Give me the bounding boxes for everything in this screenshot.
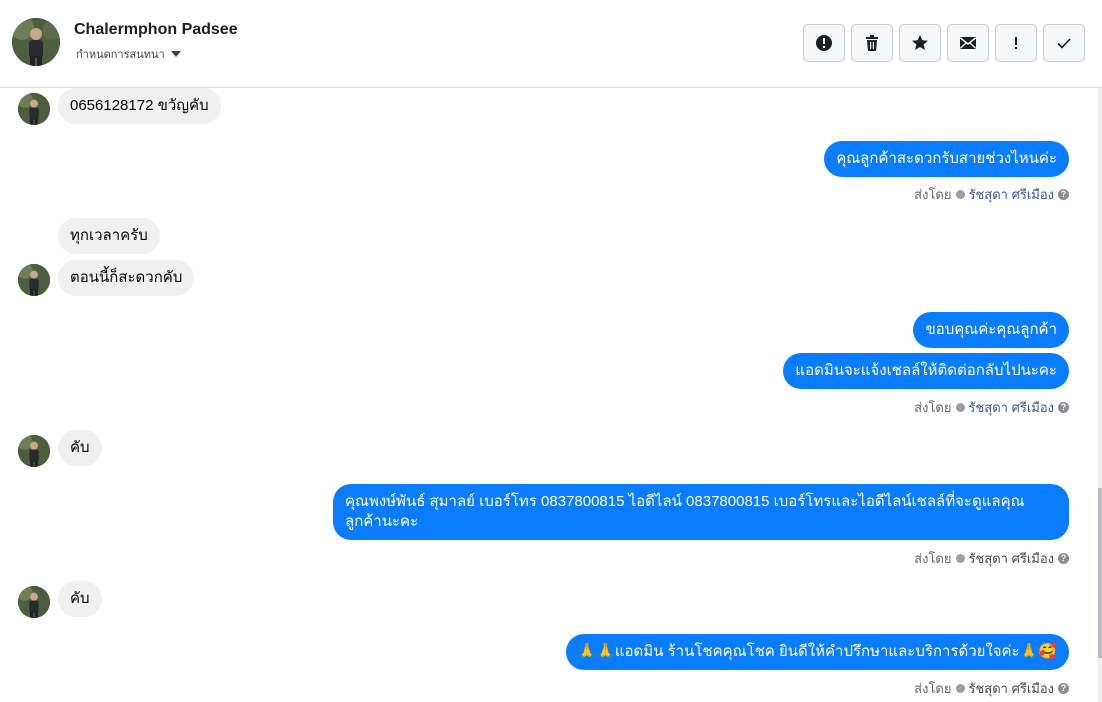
outgoing-message[interactable]: ขอบคุณค่ะคุณลูกค้า [913,312,1069,348]
sent-by-name[interactable]: รัชสุดา ศรีเมือง [969,548,1055,569]
spam-button[interactable] [995,24,1037,62]
avatar-image [18,93,50,125]
mail-icon [960,37,976,49]
avatar[interactable] [18,93,50,125]
contact-name[interactable]: Chalermphon Padsee [74,21,238,39]
status-dot-icon [955,684,965,693]
avatar[interactable] [18,264,50,296]
mark-unread-button[interactable] [947,24,989,62]
sent-by-info: ส่งโดย รัชสุดา ศรีเมือง ? [914,678,1069,699]
avatar-image [18,586,50,618]
outgoing-message[interactable]: คุณลูกค้าสะดวกรับสายช่วงไหนค่ะ [824,141,1069,177]
incoming-message[interactable]: 0656128172 ขวัญคับ [58,88,221,124]
incoming-message[interactable]: คับ [58,581,102,617]
conversation-header: Chalermphon Padsee กำหนดการสนทนา [0,0,1102,88]
avatar[interactable] [12,18,60,66]
sent-by-label: ส่งโดย [914,681,952,696]
alert-button[interactable] [803,24,845,62]
mark-done-button[interactable] [1043,24,1085,62]
avatar-image [12,18,60,66]
status-dot-icon [955,190,965,199]
caret-down-icon [170,51,181,57]
avatar[interactable] [18,435,50,467]
incoming-message[interactable]: คับ [58,430,102,466]
outgoing-message[interactable]: 🙏🙏แอดมิน ร้านโชคคุณโชค ยินดีให้คำปรึกษาแ… [565,634,1069,670]
check-icon [1057,38,1071,49]
scrollbar-thumb[interactable] [1098,488,1102,658]
status-dot-icon [955,403,965,412]
sent-by-label: ส่งโดย [914,400,952,415]
incoming-message[interactable]: ตอนนี้ก็สะดวกคับ [58,260,195,296]
outgoing-message[interactable]: คุณพงษ์พันธ์ สุมาลย์ เบอร์โทร 0837800815… [333,484,1069,540]
help-icon[interactable]: ? [1058,683,1069,694]
avatar-image [18,435,50,467]
avatar[interactable] [18,586,50,618]
sent-by-label: ส่งโดย [914,187,952,202]
help-icon[interactable]: ? [1058,189,1069,200]
star-button[interactable] [899,24,941,62]
avatar-image [18,264,50,296]
help-icon[interactable]: ? [1058,553,1069,564]
conversation-schedule-dropdown[interactable]: กำหนดการสนทนา [76,45,181,63]
delete-button[interactable] [851,24,893,62]
alert-circle-icon [816,35,832,51]
sent-by-name[interactable]: รัชสุดา ศรีเมือง [969,678,1055,699]
status-dot-icon [955,554,965,563]
exclamation-icon [1015,37,1017,49]
sent-by-name[interactable]: รัชสุดา ศรีเมือง [969,184,1055,205]
trash-icon [866,35,878,51]
conversation-schedule-label: กำหนดการสนทนา [76,49,165,61]
help-icon[interactable]: ? [1058,402,1069,413]
outgoing-message[interactable]: แอดมินจะแจ้งเชลล์ให้ติดต่อกลับไปนะคะ [783,353,1069,389]
sent-by-info: ส่งโดย รัชสุดา ศรีเมือง ? [914,397,1069,418]
incoming-message[interactable]: ทุกเวลาครับ [58,218,160,254]
star-icon [912,35,928,50]
sent-by-name[interactable]: รัชสุดา ศรีเมือง [969,397,1055,418]
sent-by-label: ส่งโดย [914,551,952,566]
sent-by-info: ส่งโดย รัชสุดา ศรีเมือง ? [914,548,1069,569]
toolbar [803,24,1085,62]
sent-by-info: ส่งโดย รัชสุดา ศรีเมือง ? [914,184,1069,205]
